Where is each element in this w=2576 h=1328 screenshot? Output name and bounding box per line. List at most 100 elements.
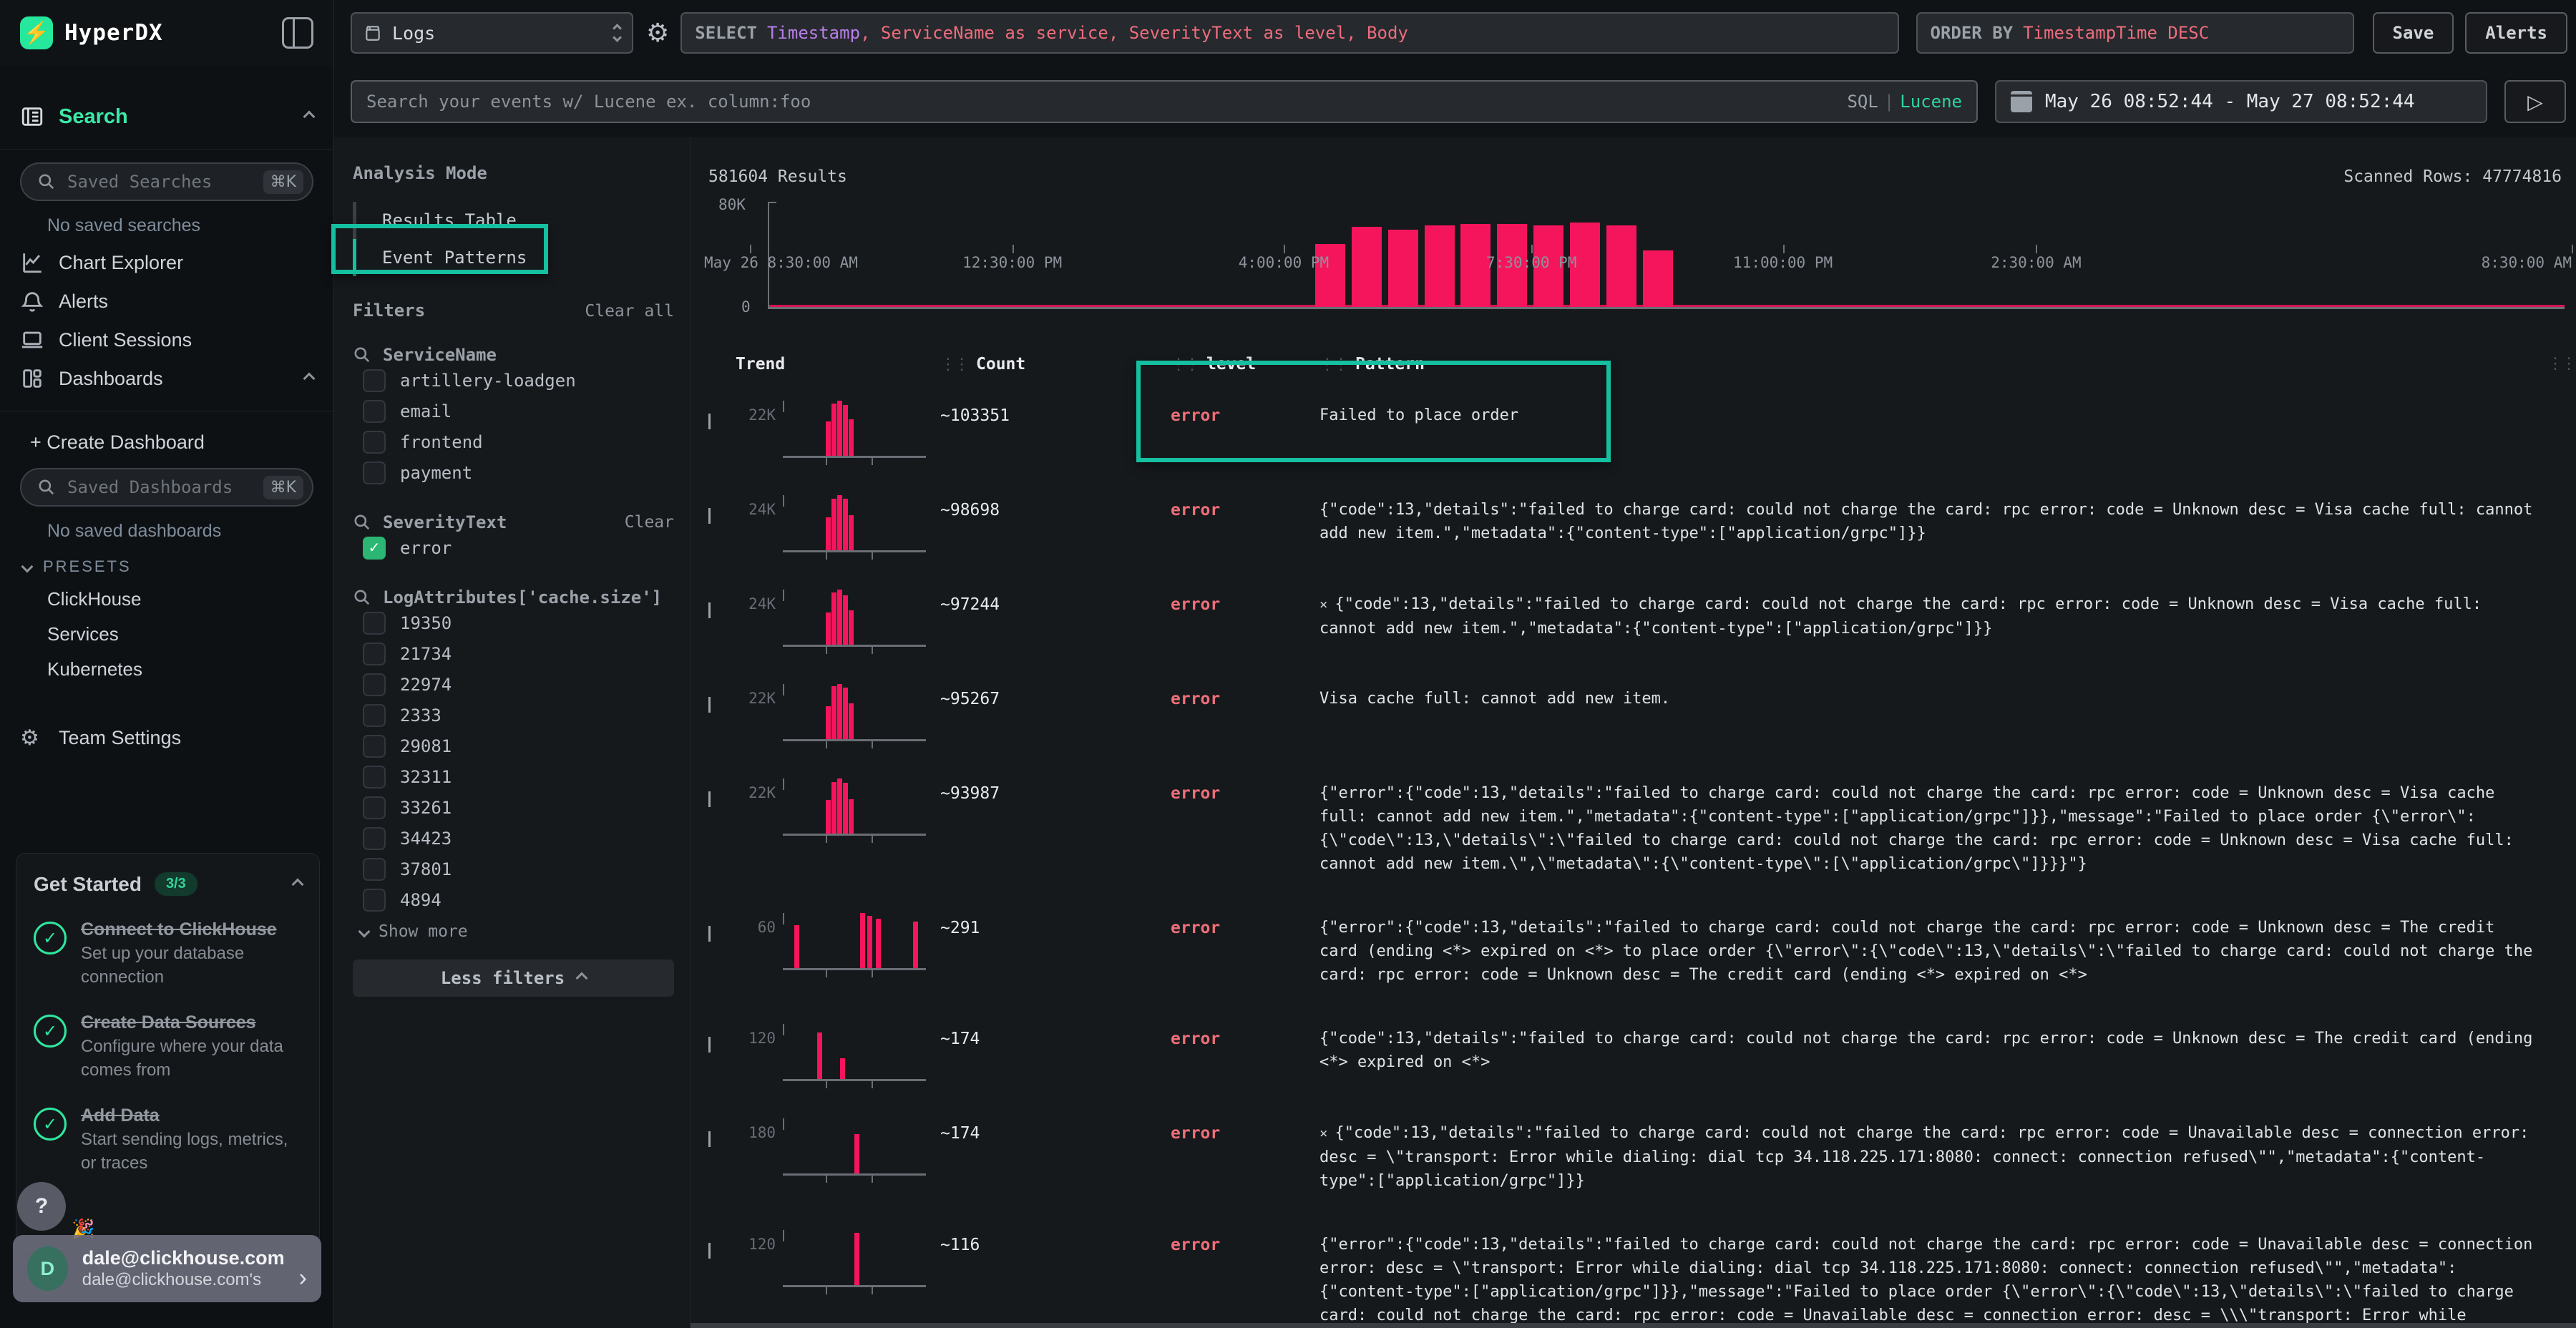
filter-checkbox-row[interactable]: payment xyxy=(353,457,674,488)
table-row[interactable]: 120~116error{"error":{"code":13,"details… xyxy=(708,1221,2569,1328)
checkbox[interactable] xyxy=(363,400,386,423)
chevron-up-icon[interactable] xyxy=(303,111,316,123)
sidebar-item-team-settings[interactable]: ⚙ Team Settings xyxy=(14,718,319,757)
filter-checkbox-row[interactable]: 37801 xyxy=(353,854,674,884)
filter-checkbox-row[interactable]: email xyxy=(353,396,674,426)
expand-row-chevron[interactable] xyxy=(708,697,736,711)
checkbox[interactable] xyxy=(363,766,386,788)
filter-checkbox-row[interactable]: 29081 xyxy=(353,731,674,761)
filter-checkbox-row[interactable]: frontend xyxy=(353,426,674,457)
filter-checkbox-row[interactable]: 21734 xyxy=(353,638,674,669)
pattern-text[interactable]: {"error":{"code":13,"details":"failed to… xyxy=(1319,916,2547,987)
help-button[interactable]: ? xyxy=(17,1182,66,1231)
clear-all-link[interactable]: Clear all xyxy=(585,302,674,321)
order-by-input[interactable]: ORDER BY TimestampTime DESC xyxy=(1916,12,2354,54)
source-select[interactable]: Logs xyxy=(351,12,633,54)
expand-row-chevron[interactable] xyxy=(708,414,736,427)
filter-checkbox-row[interactable]: 19350 xyxy=(353,607,674,638)
sql-toggle[interactable]: SQL xyxy=(1847,92,1878,112)
filter-checkbox-row[interactable]: artillery-loadgen xyxy=(353,365,674,396)
gear-icon[interactable]: ⚙ xyxy=(646,19,669,48)
date-range-picker[interactable]: May 26 08:52:44 - May 27 08:52:44 xyxy=(1995,80,2487,123)
drag-handle-icon[interactable]: ⋮⋮ xyxy=(940,356,967,374)
presets-toggle[interactable]: PRESETS xyxy=(14,549,319,582)
checkbox[interactable] xyxy=(363,431,386,454)
checkbox[interactable] xyxy=(363,462,386,484)
horizontal-scrollbar[interactable] xyxy=(691,1323,2576,1328)
saved-dashboards-input[interactable]: Saved Dashboards ⌘K xyxy=(20,468,313,507)
pattern-text[interactable]: ×{"code":13,"details":"failed to charge … xyxy=(1319,592,2547,640)
table-row[interactable]: 24K~97244error×{"code":13,"details":"fai… xyxy=(708,581,2569,675)
expand-row-chevron[interactable] xyxy=(708,1037,736,1050)
alerts-button[interactable]: Alerts xyxy=(2465,12,2567,54)
table-row[interactable]: 60~291error{"error":{"code":13,"details"… xyxy=(708,904,2569,1015)
sidebar-item-search[interactable]: Search xyxy=(14,97,319,136)
checkbox[interactable] xyxy=(363,735,386,758)
filter-checkbox-row[interactable]: 33261 xyxy=(353,792,674,823)
filter-checkbox-row[interactable]: ✓error xyxy=(353,532,674,563)
preset-kubernetes[interactable]: Kubernetes xyxy=(14,652,319,687)
sidebar-item-client-sessions[interactable]: Client Sessions xyxy=(14,321,319,359)
pattern-text[interactable]: Visa cache full: cannot add new item. xyxy=(1319,687,2547,711)
preset-services[interactable]: Services xyxy=(14,617,319,652)
table-row[interactable]: 24K~98698error{"code":13,"details":"fail… xyxy=(708,487,2569,581)
pattern-count: ~291 xyxy=(940,919,1171,937)
chevron-up-icon xyxy=(576,972,588,985)
checkbox[interactable] xyxy=(363,643,386,665)
expand-row-chevron[interactable] xyxy=(708,926,736,939)
checkbox[interactable] xyxy=(363,796,386,819)
sidebar-toggle-icon[interactable] xyxy=(282,17,313,49)
expand-row-chevron[interactable] xyxy=(708,1131,736,1145)
get-started-item[interactable]: ✓ Add Data Start sending logs, metrics, … xyxy=(34,1103,302,1175)
pattern-text[interactable]: {"code":13,"details":"failed to charge c… xyxy=(1319,498,2547,545)
chevron-up-icon[interactable] xyxy=(303,373,316,385)
pattern-text[interactable]: {"error":{"code":13,"details":"failed to… xyxy=(1319,781,2547,876)
table-row[interactable]: 22K~93987error{"error":{"code":13,"detai… xyxy=(708,770,2569,904)
chevron-up-icon[interactable] xyxy=(292,878,304,890)
create-dashboard-button[interactable]: + Create Dashboard xyxy=(14,424,319,461)
user-menu[interactable]: D dale@clickhouse.com dale@clickhouse.co… xyxy=(13,1235,321,1302)
select-query-input[interactable]: SELECT Timestamp, ServiceName as service… xyxy=(680,12,1898,54)
filter-clear-link[interactable]: Clear xyxy=(625,513,674,532)
event-search-input[interactable]: Search your events w/ Lucene ex. column:… xyxy=(351,80,1978,123)
sidebar-item-alerts[interactable]: Alerts xyxy=(14,282,319,321)
table-row[interactable]: 180~174error×{"code":13,"details":"faile… xyxy=(708,1110,2569,1221)
expand-row-chevron[interactable] xyxy=(708,1243,736,1256)
query-language-toggle[interactable]: SQL|Lucene xyxy=(1847,92,1962,112)
table-row[interactable]: 22K~95267errorVisa cache full: cannot ad… xyxy=(708,675,2569,770)
table-row[interactable]: 22K~103351errorFailed to place order xyxy=(708,392,2569,487)
saved-searches-input[interactable]: Saved Searches ⌘K xyxy=(20,162,313,201)
get-started-item[interactable]: ✓ Create Data Sources Configure where yo… xyxy=(34,1010,302,1082)
filter-checkbox-row[interactable]: 22974 xyxy=(353,669,674,700)
save-button[interactable]: Save xyxy=(2373,12,2454,54)
results-count: 581604 Results xyxy=(708,167,847,186)
checkbox[interactable] xyxy=(363,612,386,635)
pattern-text[interactable]: {"code":13,"details":"failed to charge c… xyxy=(1319,1027,2547,1074)
checkbox-checked[interactable]: ✓ xyxy=(363,537,386,560)
checkbox[interactable] xyxy=(363,673,386,696)
checkbox[interactable] xyxy=(363,889,386,912)
show-more-link[interactable]: Show more xyxy=(353,915,674,941)
checkbox[interactable] xyxy=(363,704,386,727)
checkbox[interactable] xyxy=(363,369,386,392)
checkbox[interactable] xyxy=(363,858,386,881)
sidebar-item-dashboards[interactable]: Dashboards xyxy=(14,359,319,398)
filter-checkbox-row[interactable]: 4894 xyxy=(353,884,674,915)
less-filters-button[interactable]: Less filters xyxy=(353,960,674,997)
pattern-text[interactable]: {"error":{"code":13,"details":"failed to… xyxy=(1319,1233,2547,1328)
table-row[interactable]: 120~174error{"code":13,"details":"failed… xyxy=(708,1015,2569,1110)
expand-row-chevron[interactable] xyxy=(708,508,736,522)
checkbox[interactable] xyxy=(363,827,386,850)
sidebar-item-chart-explorer[interactable]: Chart Explorer xyxy=(14,243,319,282)
preset-clickhouse[interactable]: ClickHouse xyxy=(14,582,319,617)
drag-handle-icon[interactable]: ⋮⋮ xyxy=(2547,355,2575,373)
pattern-text[interactable]: ×{"code":13,"details":"failed to charge … xyxy=(1319,1121,2547,1193)
filter-checkbox-row[interactable]: 2333 xyxy=(353,700,674,731)
get-started-item[interactable]: ✓ Connect to ClickHouse Set up your data… xyxy=(34,917,302,989)
run-query-button[interactable]: ▷ xyxy=(2504,80,2566,123)
filter-checkbox-row[interactable]: 34423 xyxy=(353,823,674,854)
filter-checkbox-row[interactable]: 32311 xyxy=(353,761,674,792)
expand-row-chevron[interactable] xyxy=(708,791,736,805)
expand-row-chevron[interactable] xyxy=(708,602,736,616)
lucene-toggle[interactable]: Lucene xyxy=(1900,92,1962,112)
